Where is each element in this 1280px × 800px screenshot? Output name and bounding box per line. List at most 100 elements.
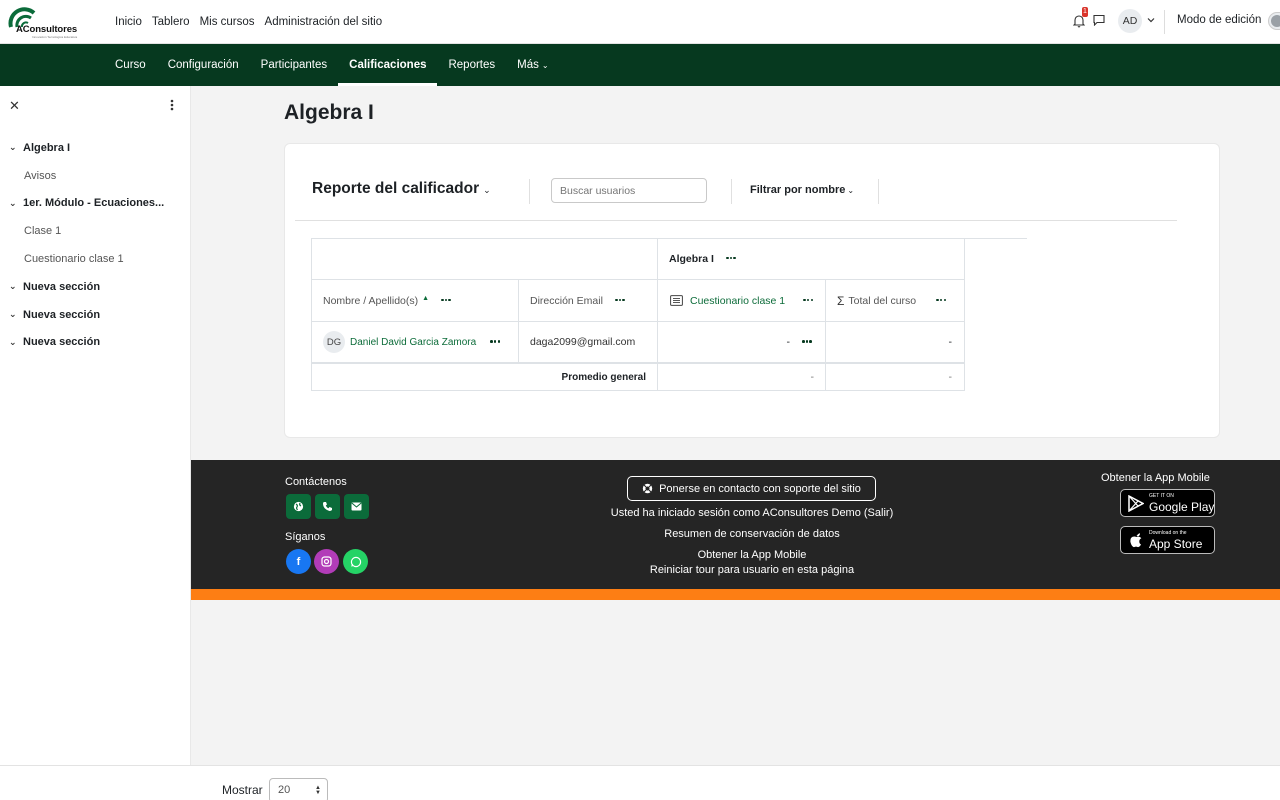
overall-average-label: Promedio general xyxy=(311,364,658,391)
avatar: DG xyxy=(323,331,345,353)
chevron-down-icon[interactable] xyxy=(1147,16,1155,24)
report-title: Reporte del calificador xyxy=(312,180,480,197)
tab-mas[interactable]: Más ⌄ xyxy=(506,44,559,86)
grader-table: Algebra I Nombre / Apellido(s) ▲ Direcci… xyxy=(311,238,1027,391)
drawer-section-label: Nueva sección xyxy=(23,308,101,321)
tab-configuracion[interactable]: Configuración xyxy=(157,44,250,86)
column-header-total[interactable]: Σ Total del curso xyxy=(826,280,965,322)
app-store-big: App Store xyxy=(1149,537,1203,551)
brand-logo[interactable]: AConsultores Innovación Tecnológica Educ… xyxy=(8,5,90,39)
get-mobile-app-link[interactable]: Obtener la App Mobile xyxy=(509,549,995,561)
whatsapp-glyph xyxy=(350,556,361,567)
drawer-item-cuestionario[interactable]: Cuestionario clase 1 xyxy=(0,245,191,273)
drawer-section-nueva-3[interactable]: ⌄ Nueva sección xyxy=(0,329,191,357)
edit-mode-toggle[interactable] xyxy=(1268,12,1280,30)
search-users-input[interactable] xyxy=(551,178,707,203)
sort-asc-icon[interactable]: ▲ xyxy=(422,295,429,302)
drawer-section-algebra[interactable]: ⌄ Algebra I xyxy=(0,134,191,162)
tab-reportes[interactable]: Reportes xyxy=(437,44,506,86)
column-header-email[interactable]: Dirección Email xyxy=(519,280,658,322)
report-selector[interactable]: Reporte del calificador ⌄ xyxy=(312,180,491,198)
more-actions-icon[interactable] xyxy=(802,340,812,344)
drawer-section-label: Nueva sección xyxy=(23,280,101,293)
student-name-link[interactable]: Daniel David Garcia Zamora xyxy=(350,337,476,348)
filter-by-name-button[interactable]: Filtrar por nombre ⌄ xyxy=(750,184,854,196)
phone-glyph xyxy=(323,502,332,511)
edit-mode-label: Modo de edición xyxy=(1177,14,1262,26)
brand-name: AConsultores xyxy=(16,24,78,35)
chevron-down-icon: ⌄ xyxy=(541,61,549,70)
notification-badge: 1 xyxy=(1082,7,1088,17)
facebook-icon[interactable]: f xyxy=(286,549,311,574)
per-page-label: Mostrar xyxy=(222,783,263,797)
drawer-section-label: 1er. Módulo - Ecuaciones... xyxy=(23,197,165,210)
contact-support-button[interactable]: Ponerse en contacto con soporte del siti… xyxy=(627,476,876,501)
nav-administracion[interactable]: Administración del sitio xyxy=(265,16,383,28)
contact-title: Contáctenos xyxy=(285,476,347,488)
course-index-list: ⌄ Algebra I Avisos ⌄ 1er. Módulo - Ecuacio… xyxy=(0,134,191,356)
primary-nav: Inicio Tablero Mis cursos Administración… xyxy=(115,0,382,44)
logged-in-info[interactable]: Usted ha iniciado sesión como AConsultor… xyxy=(509,507,995,519)
toggle-knob xyxy=(1271,15,1280,27)
reset-tour-link[interactable]: Reiniciar tour para usuario en esta pági… xyxy=(509,564,995,576)
email-icon[interactable] xyxy=(344,494,369,519)
per-page-select[interactable]: 20 ▲ ▼ xyxy=(269,778,328,800)
kebab-menu-icon[interactable] xyxy=(170,99,174,111)
pagination-bar: Mostrar 20 ▲ ▼ xyxy=(0,765,1280,800)
top-navbar: AConsultores Innovación Tecnológica Educ… xyxy=(0,0,1280,44)
footer-accent-stripe xyxy=(191,589,1280,600)
globe-icon[interactable] xyxy=(286,494,311,519)
google-play-badge[interactable]: GET IT ON Google Play xyxy=(1120,489,1215,517)
chevron-down-icon[interactable]: ⌄ xyxy=(9,281,23,292)
drawer-section-nueva-1[interactable]: ⌄ Nueva sección xyxy=(0,273,191,301)
nav-inicio[interactable]: Inicio xyxy=(115,16,142,28)
google-play-small: GET IT ON xyxy=(1149,493,1174,499)
follow-title: Síganos xyxy=(285,531,326,543)
student-total-cell: - xyxy=(826,322,965,364)
globe-glyph xyxy=(293,501,304,512)
drawer-section-modulo1[interactable]: ⌄ 1er. Módulo - Ecuaciones... xyxy=(0,190,191,218)
category-header: Algebra I xyxy=(658,238,965,280)
chevron-down-icon[interactable]: ⌄ xyxy=(9,309,23,320)
facebook-glyph: f xyxy=(296,555,301,568)
more-actions-icon[interactable] xyxy=(490,340,501,344)
chevron-down-icon[interactable]: ⌄ xyxy=(9,337,23,348)
table-row: DG Daniel David Garcia Zamora xyxy=(311,322,519,364)
user-avatar[interactable]: AD xyxy=(1118,9,1142,33)
student-email-cell: daga2099@gmail.com xyxy=(519,322,658,364)
column-header-quiz[interactable]: Cuestionario clase 1 xyxy=(658,280,826,322)
chevron-down-icon[interactable]: ⌄ xyxy=(9,198,23,209)
tab-participantes[interactable]: Participantes xyxy=(250,44,338,86)
more-actions-icon[interactable] xyxy=(803,298,814,303)
drawer-section-nueva-2[interactable]: ⌄ Nueva sección xyxy=(0,301,191,329)
drawer-item-avisos[interactable]: Avisos xyxy=(0,162,191,190)
tab-calificaciones[interactable]: Calificaciones xyxy=(338,44,438,86)
column-quiz-link[interactable]: Cuestionario clase 1 xyxy=(690,295,785,307)
per-page-value: 20 xyxy=(278,784,291,796)
drawer-item-clase1[interactable]: Clase 1 xyxy=(0,217,191,245)
app-store-badge[interactable]: Download on the App Store xyxy=(1120,526,1215,554)
quiz-icon xyxy=(670,295,683,306)
close-icon[interactable]: ✕ xyxy=(9,98,20,114)
data-retention-link[interactable]: Resumen de conservación de datos xyxy=(509,528,995,540)
envelope-glyph xyxy=(351,502,362,511)
topbar-divider xyxy=(1164,10,1165,34)
more-actions-icon[interactable] xyxy=(725,256,736,261)
tab-curso[interactable]: Curso xyxy=(104,44,157,86)
message-icon[interactable] xyxy=(1093,14,1105,26)
column-total-label: Total del curso xyxy=(848,294,917,307)
page-title: Algebra I xyxy=(284,101,374,124)
whatsapp-icon[interactable] xyxy=(343,549,368,574)
phone-icon[interactable] xyxy=(315,494,340,519)
nav-mis-cursos[interactable]: Mis cursos xyxy=(200,16,255,28)
more-actions-icon[interactable] xyxy=(614,298,625,303)
instagram-icon[interactable] xyxy=(314,549,339,574)
toolbar-divider xyxy=(731,179,732,204)
student-quiz-grade-cell[interactable]: - xyxy=(658,322,826,364)
more-actions-icon[interactable] xyxy=(936,298,947,303)
filter-label: Filtrar por nombre xyxy=(750,184,846,196)
chevron-down-icon[interactable]: ⌄ xyxy=(9,142,23,153)
more-actions-icon[interactable] xyxy=(441,298,452,303)
column-header-name[interactable]: Nombre / Apellido(s) ▲ xyxy=(311,280,519,322)
nav-tablero[interactable]: Tablero xyxy=(152,16,190,28)
